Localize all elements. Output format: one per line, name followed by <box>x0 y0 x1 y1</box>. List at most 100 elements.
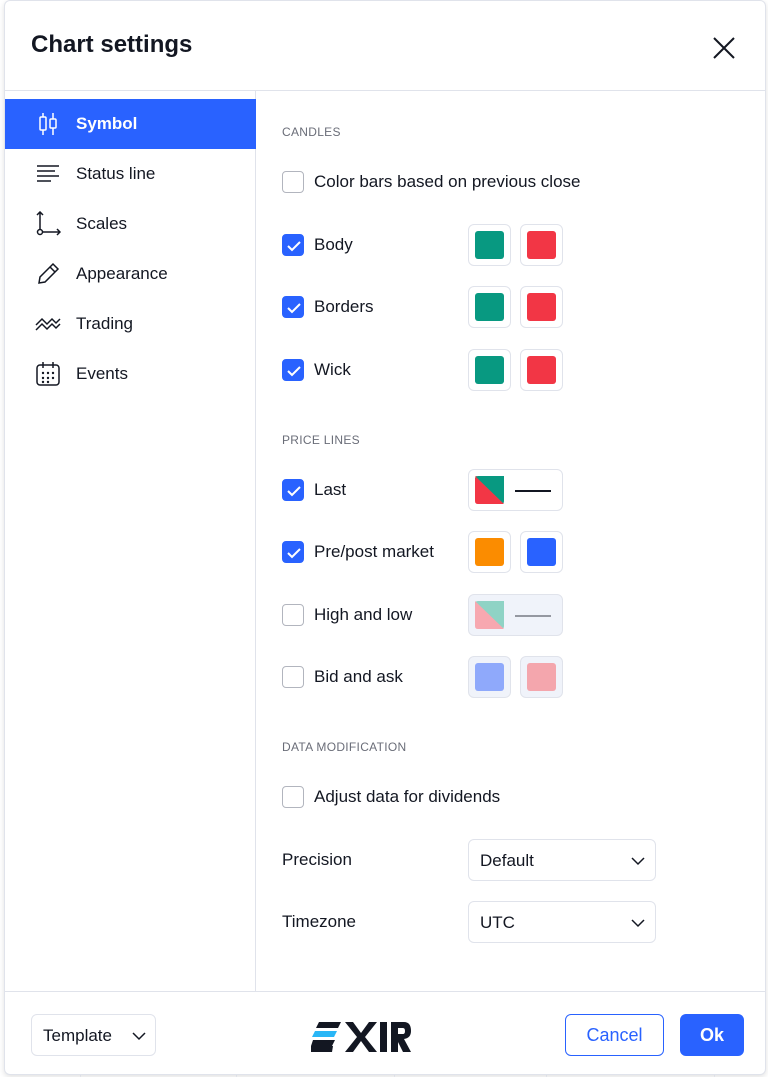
color-swatch <box>527 356 556 384</box>
color-swatch <box>475 231 504 259</box>
body-row: Body <box>282 225 462 265</box>
section-title-data-modification: DATA MODIFICATION <box>282 740 407 754</box>
section-title-candles: CANDLES <box>282 125 341 139</box>
color-bars-checkbox[interactable] <box>282 171 304 193</box>
adjust-dividends-checkbox[interactable] <box>282 786 304 808</box>
borders-up-color-button[interactable] <box>468 286 511 328</box>
split-color-swatch <box>475 476 504 504</box>
calendar-icon <box>36 362 60 386</box>
sidebar-item-label: Symbol <box>76 114 138 133</box>
precision-value: Default <box>480 851 534 870</box>
pre-post-checkbox[interactable] <box>282 541 304 563</box>
chevron-down-icon <box>631 919 645 928</box>
precision-select[interactable]: Default <box>468 839 656 881</box>
ask-color-button[interactable] <box>520 656 563 698</box>
check-icon <box>287 548 301 559</box>
body-label: Body <box>314 235 353 254</box>
pencil-icon <box>38 262 60 284</box>
post-market-color-button[interactable] <box>520 531 563 573</box>
high-low-label: High and low <box>314 605 413 624</box>
check-icon <box>287 486 301 497</box>
dialog-header: Chart settings <box>5 1 765 91</box>
last-row: Last <box>282 470 462 510</box>
sidebar-item-label: Status line <box>76 164 156 183</box>
color-swatch <box>475 293 504 321</box>
check-icon <box>287 303 301 314</box>
timezone-label: Timezone <box>282 912 357 931</box>
precision-label: Precision <box>282 850 352 869</box>
scales-icon <box>36 211 61 236</box>
line-style-icon <box>515 490 551 492</box>
borders-down-color-button[interactable] <box>520 286 563 328</box>
high-low-line-style-button[interactable] <box>468 594 563 636</box>
pre-post-row: Pre/post market <box>282 532 482 572</box>
sidebar-item-trading[interactable]: Trading <box>5 299 256 349</box>
color-swatch <box>475 356 504 384</box>
sidebar-item-label: Scales <box>76 214 128 233</box>
wick-checkbox[interactable] <box>282 359 304 381</box>
check-icon <box>287 366 301 377</box>
sidebar-item-label: Trading <box>76 314 134 333</box>
exir-logo <box>311 1022 411 1052</box>
last-line-style-button[interactable] <box>468 469 563 511</box>
chevron-down-icon <box>132 1032 146 1041</box>
high-low-checkbox[interactable] <box>282 604 304 626</box>
cancel-button[interactable]: Cancel <box>565 1014 664 1056</box>
wick-up-color-button[interactable] <box>468 349 511 391</box>
template-dropdown[interactable]: Template <box>31 1014 156 1056</box>
split-color-swatch <box>475 601 504 629</box>
borders-label: Borders <box>314 297 374 316</box>
sidebar-item-label: Events <box>76 364 128 383</box>
borders-checkbox[interactable] <box>282 296 304 318</box>
wick-label: Wick <box>314 360 351 379</box>
pre-market-color-button[interactable] <box>468 531 511 573</box>
color-swatch <box>475 663 504 691</box>
trading-icon <box>35 317 61 331</box>
wick-down-color-button[interactable] <box>520 349 563 391</box>
color-swatch <box>527 293 556 321</box>
last-label: Last <box>314 480 347 499</box>
chevron-down-icon <box>631 857 645 866</box>
adjust-dividends-row: Adjust data for dividends <box>282 777 582 817</box>
ok-button[interactable]: Ok <box>680 1014 744 1056</box>
sidebar-item-status-line[interactable]: Status line <box>5 149 256 199</box>
pre-post-label: Pre/post market <box>314 542 434 561</box>
color-swatch <box>475 538 504 566</box>
close-icon <box>713 37 735 59</box>
color-bars-label: Color bars based on previous close <box>314 172 581 191</box>
bid-ask-label: Bid and ask <box>314 667 403 686</box>
template-label: Template <box>43 1026 112 1045</box>
bid-ask-checkbox[interactable] <box>282 666 304 688</box>
last-checkbox[interactable] <box>282 479 304 501</box>
body-checkbox[interactable] <box>282 234 304 256</box>
close-button[interactable] <box>709 33 739 63</box>
bid-ask-row: Bid and ask <box>282 657 482 697</box>
sidebar-item-symbol[interactable]: Symbol <box>5 99 256 149</box>
status-lines-icon <box>37 165 59 182</box>
color-swatch <box>527 663 556 691</box>
bid-color-button[interactable] <box>468 656 511 698</box>
sidebar-item-scales[interactable]: Scales <box>5 199 256 249</box>
color-swatch <box>527 538 556 566</box>
body-down-color-button[interactable] <box>520 224 563 266</box>
wick-row: Wick <box>282 350 462 390</box>
sidebar: Symbol Status line Scales Appearance Tra… <box>5 91 256 991</box>
timezone-value: UTC <box>480 913 515 932</box>
dialog-footer: Template Cancel Ok <box>5 991 765 1074</box>
body-up-color-button[interactable] <box>468 224 511 266</box>
sidebar-item-label: Appearance <box>76 264 168 283</box>
high-low-row: High and low <box>282 595 482 635</box>
adjust-dividends-label: Adjust data for dividends <box>314 787 501 806</box>
timezone-select[interactable]: UTC <box>468 901 656 943</box>
chart-settings-dialog: Chart settings Symbol Status line Scales… <box>4 0 766 1075</box>
line-style-icon <box>515 615 551 617</box>
settings-content: CANDLES Color bars based on previous clo… <box>257 91 765 991</box>
candles-icon <box>39 113 57 135</box>
sidebar-item-events[interactable]: Events <box>5 349 256 399</box>
sidebar-item-appearance[interactable]: Appearance <box>5 249 256 299</box>
dialog-title: Chart settings <box>31 31 193 58</box>
color-swatch <box>527 231 556 259</box>
section-title-price-lines: PRICE LINES <box>282 433 360 447</box>
color-bars-row: Color bars based on previous close <box>282 162 682 202</box>
borders-row: Borders <box>282 287 462 327</box>
